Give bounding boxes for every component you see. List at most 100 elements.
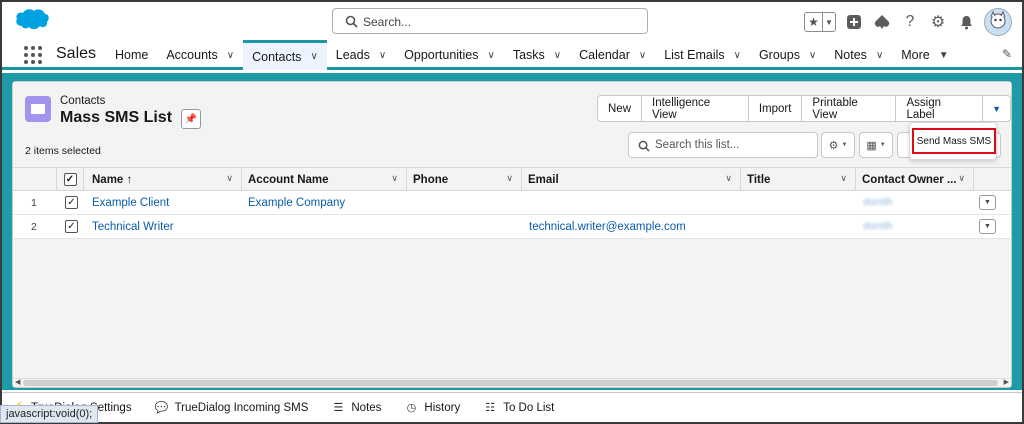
nav-item-groups[interactable]: Groups ∨ (750, 40, 825, 70)
import-button[interactable]: Import (749, 96, 803, 121)
trailhead-icon[interactable] (872, 12, 892, 32)
nav-items: Home Accounts ∨ Contacts ∨ Leads ∨ Opportun… (106, 40, 958, 70)
chevron-down-icon[interactable]: ∨ (310, 51, 317, 62)
chevron-down-icon[interactable]: ∨ (876, 50, 883, 61)
scrollbar-thumb[interactable] (23, 380, 998, 386)
send-mass-sms-menu-item[interactable]: Send Mass SMS (912, 128, 996, 154)
nav-item-notes[interactable]: Notes ∨ (825, 40, 892, 70)
utility-item-to-do-list[interactable]: ☷ To Do List (484, 401, 555, 415)
chevron-down-icon[interactable]: ∨ (958, 173, 965, 184)
table-row: 2 ✓ Technical Writer technical.writer@ex… (13, 215, 1011, 239)
email-link[interactable]: technical.writer@example.com (529, 215, 686, 238)
column-header-email[interactable]: Email ∨ (522, 168, 741, 191)
bell-icon[interactable] (956, 12, 976, 32)
gear-icon[interactable]: ⚙ (928, 12, 948, 32)
browser-status-bar: javascript:void(0); (0, 405, 99, 423)
column-header-contact-owner[interactable]: Contact Owner ... ∨ (856, 168, 974, 191)
assign-label-button[interactable]: Assign Label (896, 96, 984, 121)
row-action-menu-icon[interactable]: ▼ (979, 195, 996, 210)
chevron-down-icon[interactable]: ∨ (227, 50, 234, 61)
nav-item-tasks[interactable]: Tasks ∨ (504, 40, 570, 70)
scroll-right-icon[interactable]: ▶ (1004, 378, 1009, 386)
nav-item-leads[interactable]: Leads ∨ (327, 40, 395, 70)
more-actions-menu: Send Mass SMS (909, 122, 997, 160)
chevron-down-icon[interactable]: ∨ (391, 173, 398, 184)
nav-item-accounts[interactable]: Accounts ∨ (157, 40, 243, 70)
column-header-name[interactable]: Name ↑ ∨ (84, 168, 242, 191)
column-header-phone[interactable]: Phone ∨ (407, 168, 522, 191)
horizontal-scrollbar[interactable]: ◀ ▶ (13, 378, 1011, 387)
utility-item-history[interactable]: ◷ History (405, 402, 461, 415)
contact-name-link[interactable]: Example Client (92, 191, 169, 214)
pin-icon[interactable]: 📌 (181, 109, 201, 129)
nav-label: Accounts (166, 48, 218, 62)
help-icon[interactable]: ? (900, 12, 920, 32)
chevron-down-icon[interactable]: ∨ (725, 173, 732, 184)
display-as-button[interactable]: ▦ ▼ (859, 132, 893, 158)
row-action-menu-icon[interactable]: ▼ (979, 219, 996, 234)
user-avatar[interactable] (984, 8, 1012, 36)
selection-count: 2 items selected (25, 145, 101, 157)
owner-link[interactable]: dsmith (863, 191, 892, 214)
chevron-down-icon[interactable]: ∨ (379, 50, 386, 61)
chevron-down-icon[interactable]: ∨ (639, 50, 646, 61)
nav-label: Calendar (579, 48, 630, 62)
nav-item-home[interactable]: Home (106, 40, 157, 70)
more-actions-dropdown-button[interactable]: ▼ (983, 96, 1010, 121)
global-actions-icon[interactable] (844, 12, 864, 32)
scroll-left-icon[interactable]: ◀ (15, 378, 20, 386)
column-header-account-name[interactable]: Account Name ∨ (242, 168, 407, 191)
app-name: Sales (56, 45, 97, 62)
owner-link[interactable]: dsmith (863, 215, 892, 238)
caret-down-icon: ▼ (841, 142, 848, 148)
nav-label: Tasks (512, 48, 545, 62)
row-checkbox[interactable]: ✓ (65, 196, 78, 209)
salesforce-logo-icon[interactable] (14, 6, 50, 32)
list-search-input[interactable]: Search this list... (628, 132, 818, 158)
row-checkbox[interactable]: ✓ (65, 220, 78, 233)
list-actions: New Intelligence View Import Printable V… (597, 95, 1011, 122)
nav-item-more[interactable]: More ▼ (892, 40, 957, 70)
column-header-title[interactable]: Title ∨ (741, 168, 856, 191)
select-all-checkbox[interactable]: ✓ (63, 173, 77, 186)
chevron-down-icon[interactable]: ∨ (734, 50, 741, 61)
new-button[interactable]: New (598, 96, 643, 121)
utility-item-truedialog-incoming-sms[interactable]: 💬 TrueDialog Incoming SMS (154, 402, 309, 415)
edit-nav-icon[interactable]: ✎ (1002, 47, 1012, 61)
column-label: Contact Owner ... (862, 173, 957, 186)
table-header: ✓ Name ↑ ∨ Account Name ∨ Phone ∨ Email ∨ Ti… (13, 167, 1011, 191)
global-search-input[interactable]: Search... (332, 8, 648, 34)
chevron-down-icon[interactable]: ∨ (226, 173, 233, 184)
contact-object-icon (25, 96, 51, 122)
utility-label: Notes (351, 401, 382, 414)
column-label: Title (747, 173, 771, 186)
printable-view-button[interactable]: Printable View (802, 96, 897, 121)
list-settings-button[interactable]: ⚙ ▼ (821, 132, 855, 158)
caret-down-icon: ▼ (938, 49, 949, 61)
app-launcher-icon[interactable] (24, 46, 42, 64)
column-label: Name ↑ (92, 173, 133, 186)
nav-label: Contacts (252, 49, 302, 64)
chevron-down-icon[interactable]: ∨ (809, 50, 816, 61)
chevron-down-icon[interactable]: ∨ (554, 50, 561, 61)
header-icons: ★ ▼ ? ⚙ (804, 8, 1012, 36)
chevron-down-icon[interactable]: ∨ (840, 173, 847, 184)
nav-item-list-emails[interactable]: List Emails ∨ (655, 40, 750, 70)
gear-icon: ⚙ (828, 139, 839, 152)
nav-item-calendar[interactable]: Calendar ∨ (570, 40, 655, 70)
favorites-button[interactable]: ★ ▼ (804, 12, 836, 32)
nav-item-contacts[interactable]: Contacts ∨ (243, 40, 327, 70)
account-name-link[interactable]: Example Company (248, 191, 345, 214)
chevron-down-icon[interactable]: ∨ (506, 173, 513, 184)
search-icon (345, 15, 358, 28)
search-icon (638, 140, 650, 152)
utility-item-notes[interactable]: ☰ Notes (332, 401, 382, 415)
chat-icon: 💬 (154, 402, 169, 414)
contact-name-link[interactable]: Technical Writer (92, 215, 174, 238)
chevron-down-icon[interactable]: ∨ (488, 50, 495, 61)
nav-label: Home (115, 48, 149, 62)
utility-label: To Do List (503, 401, 555, 414)
list-view-picker[interactable]: Mass SMS List ▼ (60, 109, 191, 127)
intelligence-view-button[interactable]: Intelligence View (642, 96, 749, 121)
nav-item-opportunities[interactable]: Opportunities ∨ (395, 40, 504, 70)
